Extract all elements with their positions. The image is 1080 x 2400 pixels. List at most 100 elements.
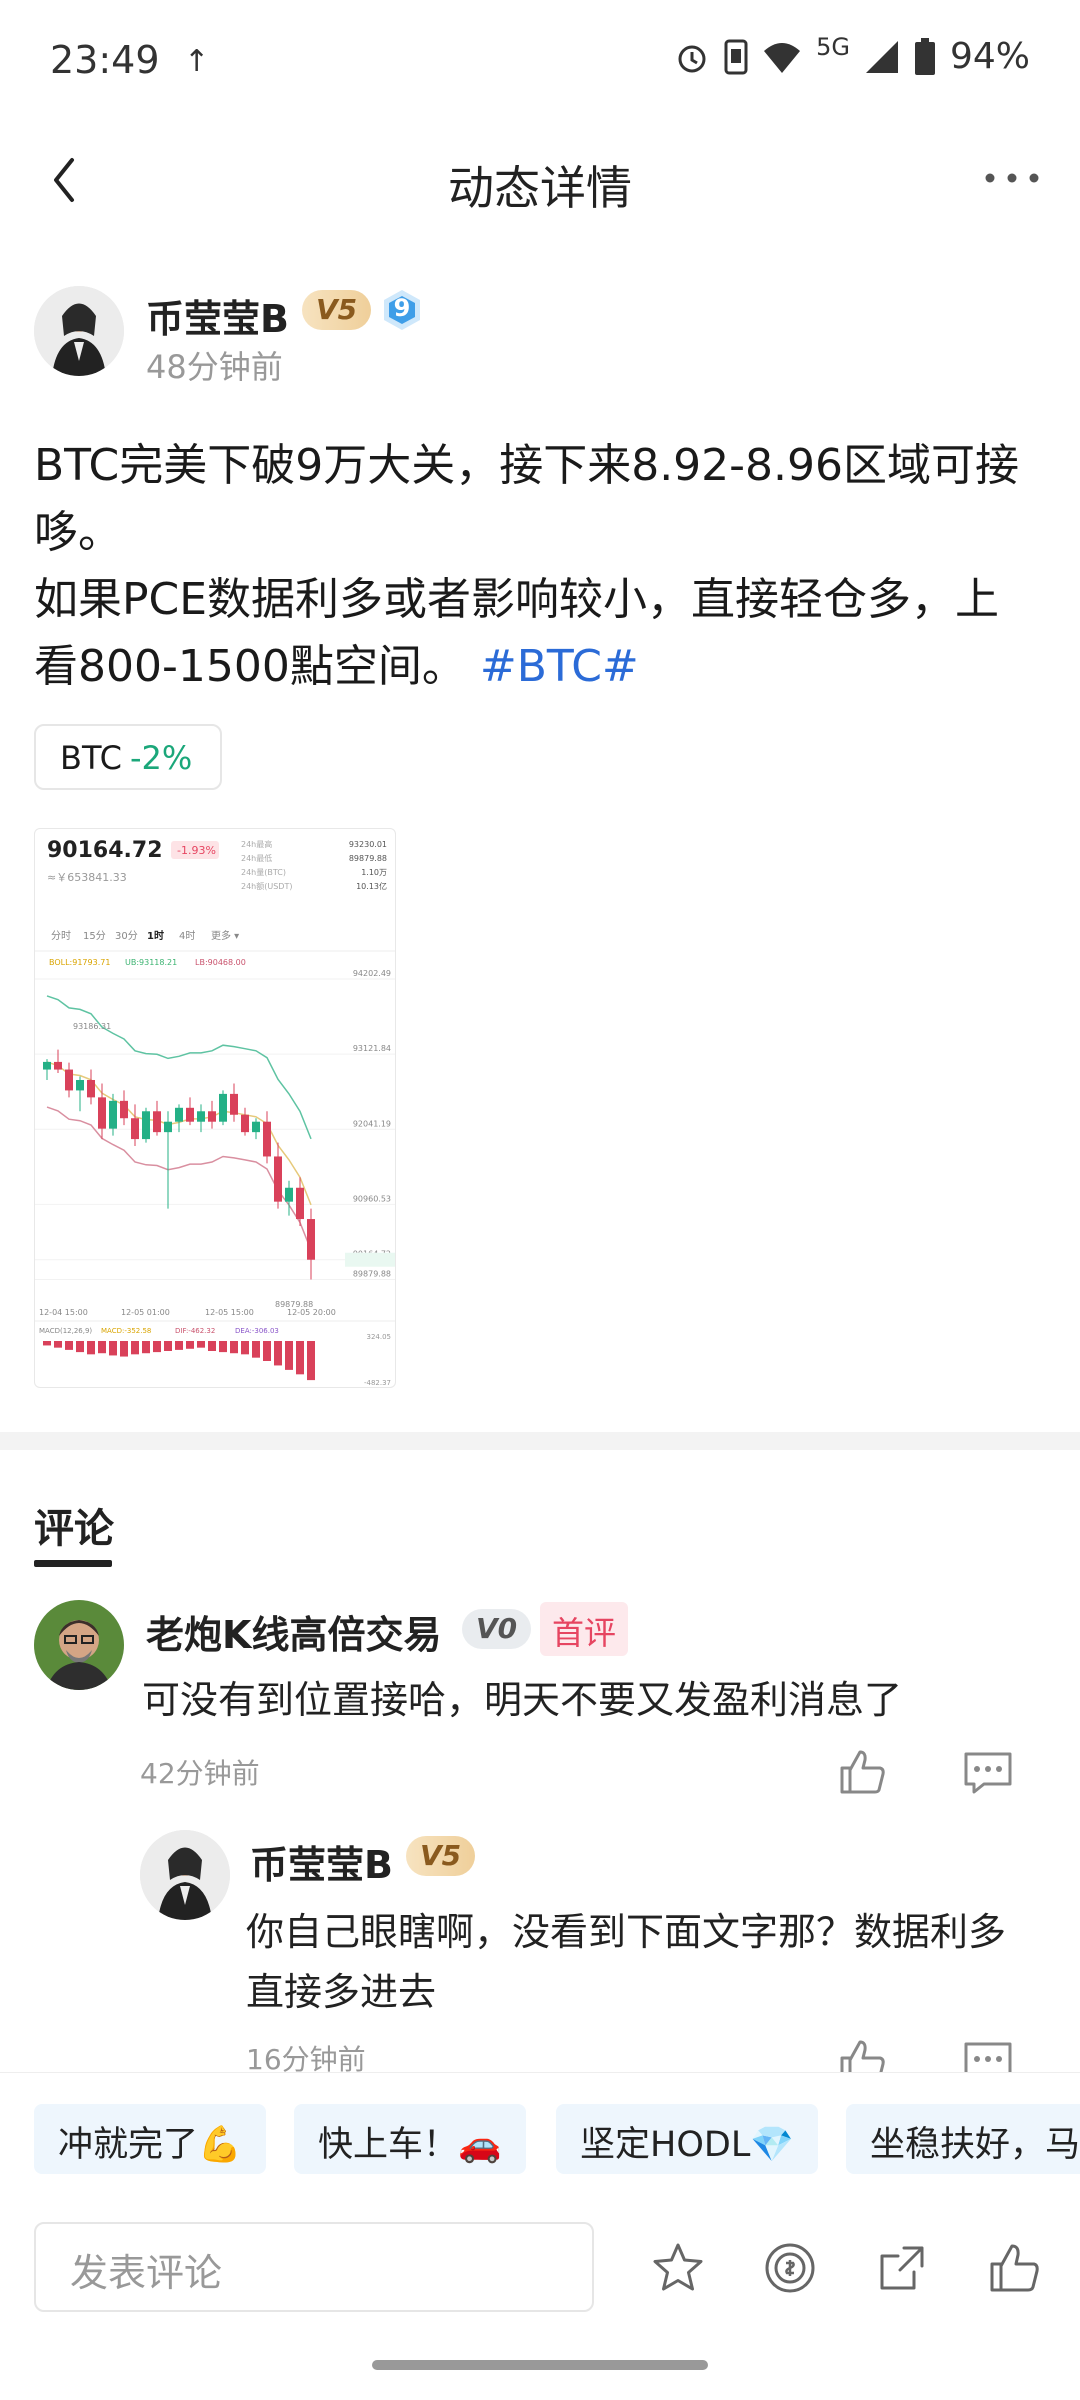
lb-label: LB:90468.00	[195, 958, 246, 967]
chart-stat-value: 1.10万	[361, 868, 387, 877]
share-icon[interactable]	[874, 2240, 930, 2296]
coin-tag[interactable]: BTC -2%	[34, 724, 222, 790]
chart-image[interactable]: 90164.72 -1.93% ≈￥653841.33 24h最高 93230.0…	[34, 828, 396, 1388]
candle-body	[197, 1111, 205, 1122]
macd-bar	[230, 1341, 238, 1354]
chart-time-tick: 12-05 20:00	[287, 1308, 336, 1317]
coin-symbol: BTC	[60, 739, 122, 777]
chart-time-tick: 12-05 01:00	[121, 1308, 170, 1317]
commenter-name[interactable]: 老炮K线高倍交易	[146, 1604, 441, 1659]
tab-comments[interactable]: 评论	[34, 1496, 114, 1554]
candle-body	[142, 1111, 150, 1140]
chart-stat-value: 10.13亿	[356, 881, 387, 891]
chart-price-tick: 93121.84	[353, 1044, 391, 1053]
signal-icon	[865, 40, 898, 73]
chart-interval-tab: 分时	[51, 930, 71, 942]
macd-tick: -482.37	[364, 1379, 391, 1387]
home-indicator	[372, 2360, 708, 2370]
status-bar: 23:49 ↑ 5G 94%	[0, 0, 1080, 120]
candle-body	[98, 1097, 106, 1129]
low-mark: 89879.88	[275, 1300, 313, 1309]
candle-body	[252, 1121, 260, 1133]
status-time: 23:49	[50, 38, 160, 82]
author-avatar[interactable]	[34, 286, 124, 376]
sim-icon	[724, 39, 748, 74]
comment-text: 可没有到位置接哈，明天不要又发盈利消息了	[142, 1678, 903, 1722]
candle-body	[65, 1069, 73, 1091]
status-icons: 5G 94%	[674, 33, 1030, 77]
battery-icon	[914, 37, 935, 75]
comment-input[interactable]: 发表评论	[34, 2222, 594, 2312]
rank-badge-number: 9	[393, 294, 411, 322]
candle-body	[208, 1111, 216, 1122]
chart-interval-tab: 4时	[179, 930, 195, 942]
macd-bar	[285, 1341, 293, 1370]
chart-price-tick: 94202.49	[353, 969, 391, 978]
replier-level-badge: V5	[406, 1836, 476, 1876]
post-body: BTC完美下破9万大关，接下来8.92-8.96区域可接 哆。 如果PCE数据利…	[34, 432, 1044, 700]
chart-price-tick: 90960.53	[353, 1194, 391, 1203]
candle-body	[131, 1118, 139, 1140]
candle-body	[76, 1079, 84, 1091]
candle-body	[274, 1156, 282, 1202]
hashtag-link[interactable]: #BTC#	[480, 641, 639, 692]
tab-underline	[34, 1560, 112, 1567]
high-mark: 93186.31	[73, 1022, 111, 1031]
candle-body	[43, 1061, 51, 1070]
post-text-line: 看800-1500點空间。	[34, 641, 466, 692]
first-comment-tag: 首评	[540, 1602, 629, 1656]
candle-body	[263, 1121, 271, 1157]
reply-icon[interactable]	[962, 1746, 1014, 1798]
macd-bar	[76, 1341, 84, 1353]
macd-bar	[98, 1341, 106, 1354]
macd-bar	[54, 1341, 62, 1348]
replier-name[interactable]: 币莹莹B	[250, 1834, 393, 1889]
chart-stat-label: 24h最低	[241, 853, 272, 863]
reply-text-line: 直接多进去	[246, 1970, 437, 2014]
like-post-icon[interactable]	[986, 2240, 1042, 2296]
macd-bar	[241, 1341, 249, 1355]
like-icon[interactable]	[836, 1746, 888, 1798]
macd-bar	[65, 1341, 73, 1350]
upload-icon: ↑	[184, 44, 210, 79]
reply-text-line: 你自己眼瞎啊，没看到下面文字那？数据利多	[246, 1910, 1007, 1954]
chart-cny-price: ≈￥653841.33	[47, 871, 127, 884]
macd-bar	[43, 1341, 51, 1346]
candle-body	[109, 1100, 117, 1129]
chart-stat-label: 24h额(USDT)	[241, 881, 292, 891]
post-text-line: 如果PCE数据利多或者影响较小，直接轻仓多，上	[34, 574, 1000, 625]
macd-label: MACD(12,26,9)	[39, 1327, 92, 1335]
macd-bar	[296, 1341, 304, 1375]
chart-interval-tab: 30分	[115, 930, 138, 942]
favorite-star-icon[interactable]	[650, 2240, 706, 2296]
tip-coin-icon[interactable]	[762, 2240, 818, 2296]
quick-reply-chip[interactable]: 冲就完了💪	[34, 2104, 266, 2174]
commenter-avatar[interactable]	[34, 1600, 124, 1690]
dea-value: DEA:-306.03	[235, 1327, 279, 1335]
chart-change-pct: -1.93%	[177, 844, 216, 857]
quick-reply-chip[interactable]: 快上车！🚗	[294, 2104, 526, 2174]
candle-body	[241, 1114, 249, 1133]
macd-bar	[252, 1341, 260, 1358]
battery-level: 94%	[949, 36, 1030, 77]
quick-reply-chip[interactable]: 坚定HODL💎	[556, 2104, 818, 2174]
commenter-level-badge: V0	[462, 1609, 532, 1649]
macd-bar	[219, 1341, 227, 1353]
post-text-line: 哆。	[34, 507, 122, 558]
replier-avatar[interactable]	[140, 1830, 230, 1920]
macd-bar	[87, 1341, 95, 1355]
chart-interval-tab: 1时	[147, 929, 164, 942]
boll-label: BOLL:91793.71	[49, 958, 110, 967]
wifi-icon	[764, 42, 801, 73]
chart-stat-label: 24h最高	[241, 839, 272, 849]
author-name[interactable]: 币莹莹B	[146, 288, 289, 343]
quick-reply-chip[interactable]: 坐稳扶好，马	[846, 2104, 1080, 2174]
comment-time: 42分钟前	[140, 1757, 260, 1790]
more-options-icon[interactable]	[982, 158, 1042, 198]
post-text-line: BTC完美下破9万大关，接下来8.92-8.96区域可接	[34, 440, 1020, 491]
macd-value: MACD:-352.58	[101, 1327, 151, 1335]
ub-label: UB:93118.21	[125, 958, 177, 967]
macd-bar	[197, 1341, 205, 1348]
boll-mid-band	[46, 1061, 312, 1206]
chart-price-tick: 92041.19	[353, 1119, 391, 1128]
